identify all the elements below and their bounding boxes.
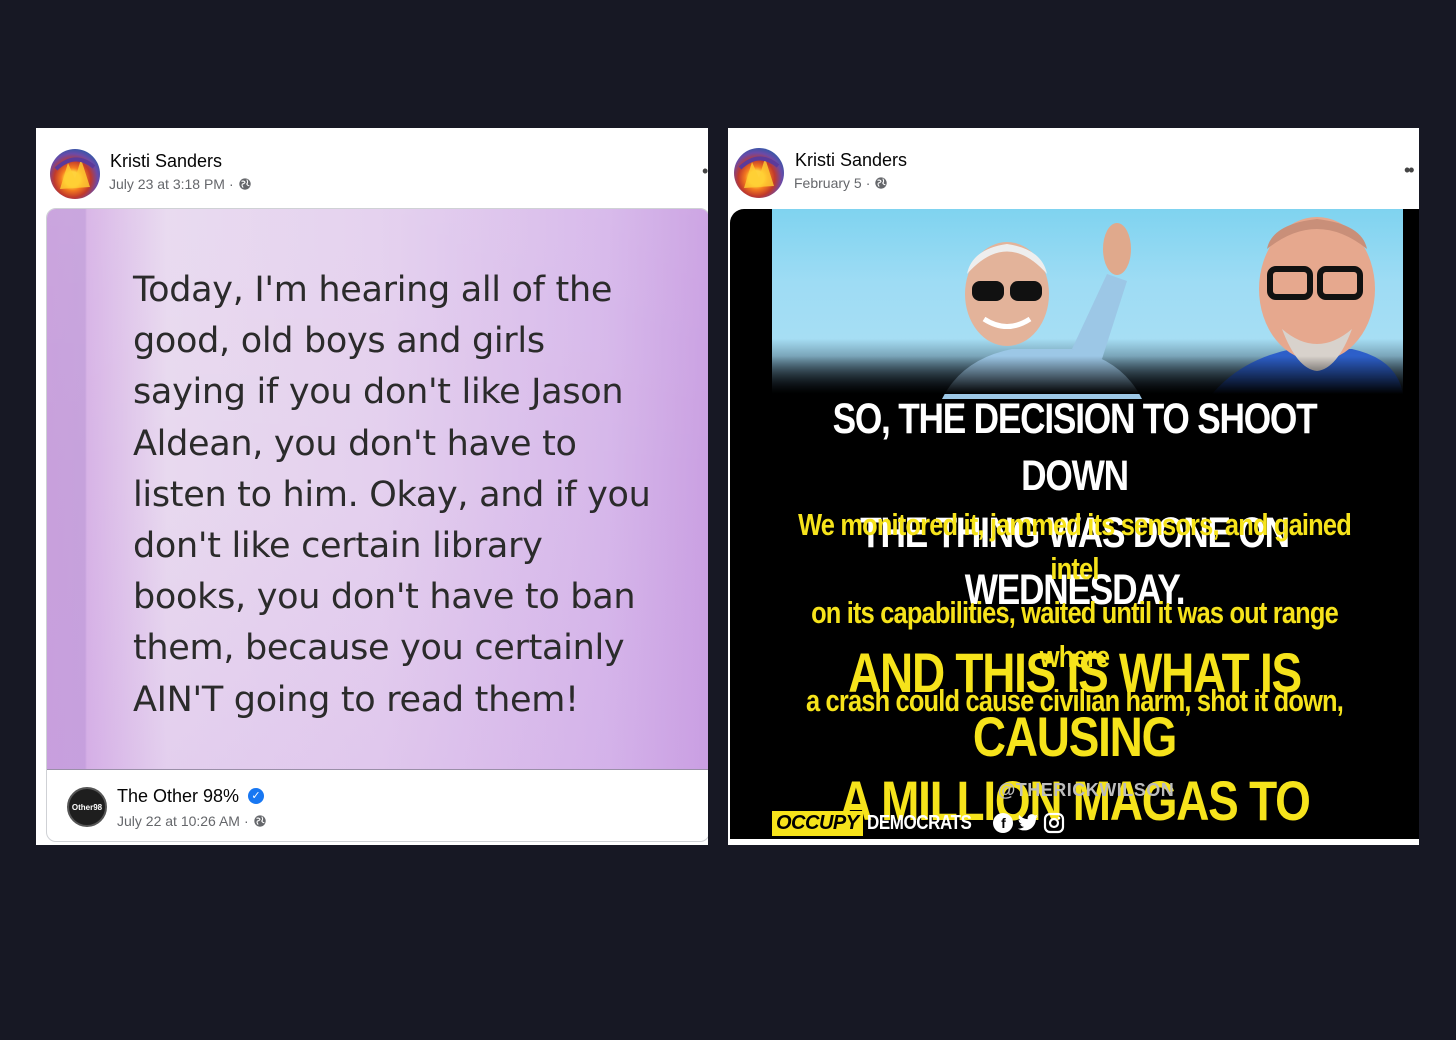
author-avatar[interactable] [50, 149, 100, 199]
source-logo[interactable]: Other98 [67, 787, 107, 827]
quote-line: good, old boys and girls [133, 321, 545, 362]
card-divider [47, 769, 708, 770]
quote-line: AIN'T going to read them! [133, 679, 579, 720]
post-timestamp[interactable]: February 5 [794, 175, 862, 191]
shared-post-card[interactable]: Today, I'm hearing all of the good, old … [46, 208, 708, 842]
more-options-icon[interactable]: •• [1404, 160, 1415, 181]
meme-handle: @THERICKWILSON [997, 780, 1175, 800]
author-name[interactable]: Kristi Sanders [110, 151, 222, 172]
avatar-art-icon [738, 156, 780, 188]
brand-row: OCCUPY DEMOCRATS f [772, 808, 1065, 838]
person-right-figure [1212, 217, 1403, 394]
kicker-line: AND THIS IS WHAT IS CAUSING [848, 641, 1302, 768]
meta-separator: · [228, 176, 234, 192]
globe-icon[interactable] [253, 814, 267, 828]
quote-line: them, because you certainly [133, 628, 625, 669]
source-logo-text: Other98 [71, 802, 103, 812]
post-left: Kristi Sanders July 23 at 3:18 PM · • To… [36, 128, 708, 845]
meta-separator: · [865, 175, 871, 191]
quote-line: saying if you don't like Jason [133, 372, 624, 413]
person-left-figure [942, 223, 1142, 399]
globe-icon[interactable] [238, 177, 252, 191]
post-meta: July 23 at 3:18 PM · [109, 176, 252, 192]
quote-line: Aldean, you don't have to [133, 423, 577, 464]
meme-photo [772, 209, 1403, 399]
body-line: We monitored it, jammed its sensors, and… [798, 507, 1352, 586]
source-timestamp[interactable]: July 22 at 10:26 AM [117, 813, 240, 829]
headline-line: SO, THE DECISION TO SHOOT DOWN [832, 395, 1318, 500]
post-meta: February 5 · [794, 175, 888, 191]
post-right: Kristi Sanders February 5 · •• SO, THE D… [728, 128, 1419, 845]
meme-image[interactable]: SO, THE DECISION TO SHOOT DOWN THE THING… [730, 209, 1419, 839]
quote-image[interactable]: Today, I'm hearing all of the good, old … [47, 209, 708, 769]
source-meta: July 22 at 10:26 AM · [117, 813, 267, 829]
quote-text: Today, I'm hearing all of the good, old … [133, 265, 673, 726]
quote-line: don't like certain library [133, 526, 543, 567]
verified-badge-icon: ✓ [248, 788, 264, 804]
quote-line: books, you don't have to ban [133, 577, 636, 618]
avatar-art-icon [54, 157, 96, 189]
quote-line: listen to him. Okay, and if you [133, 474, 651, 515]
globe-icon[interactable] [874, 176, 888, 190]
source-name[interactable]: The Other 98% [117, 786, 239, 807]
facebook-icon: f [993, 813, 1014, 833]
post-timestamp[interactable]: July 23 at 3:18 PM [109, 176, 225, 192]
shared-source-row: Other98 The Other 98% ✓ July 22 at 10:26… [47, 771, 708, 841]
brand-democrats-logo: DEMOCRATS [866, 811, 972, 834]
author-avatar[interactable] [734, 148, 784, 198]
more-options-icon[interactable]: • [702, 161, 708, 182]
author-name[interactable]: Kristi Sanders [795, 150, 907, 171]
meta-separator: · [243, 813, 249, 829]
brand-occupy-logo: OCCUPY [772, 810, 863, 836]
quote-line: Today, I'm hearing all of the [133, 270, 613, 310]
twitter-icon [1018, 814, 1039, 831]
instagram-icon [1044, 812, 1065, 834]
